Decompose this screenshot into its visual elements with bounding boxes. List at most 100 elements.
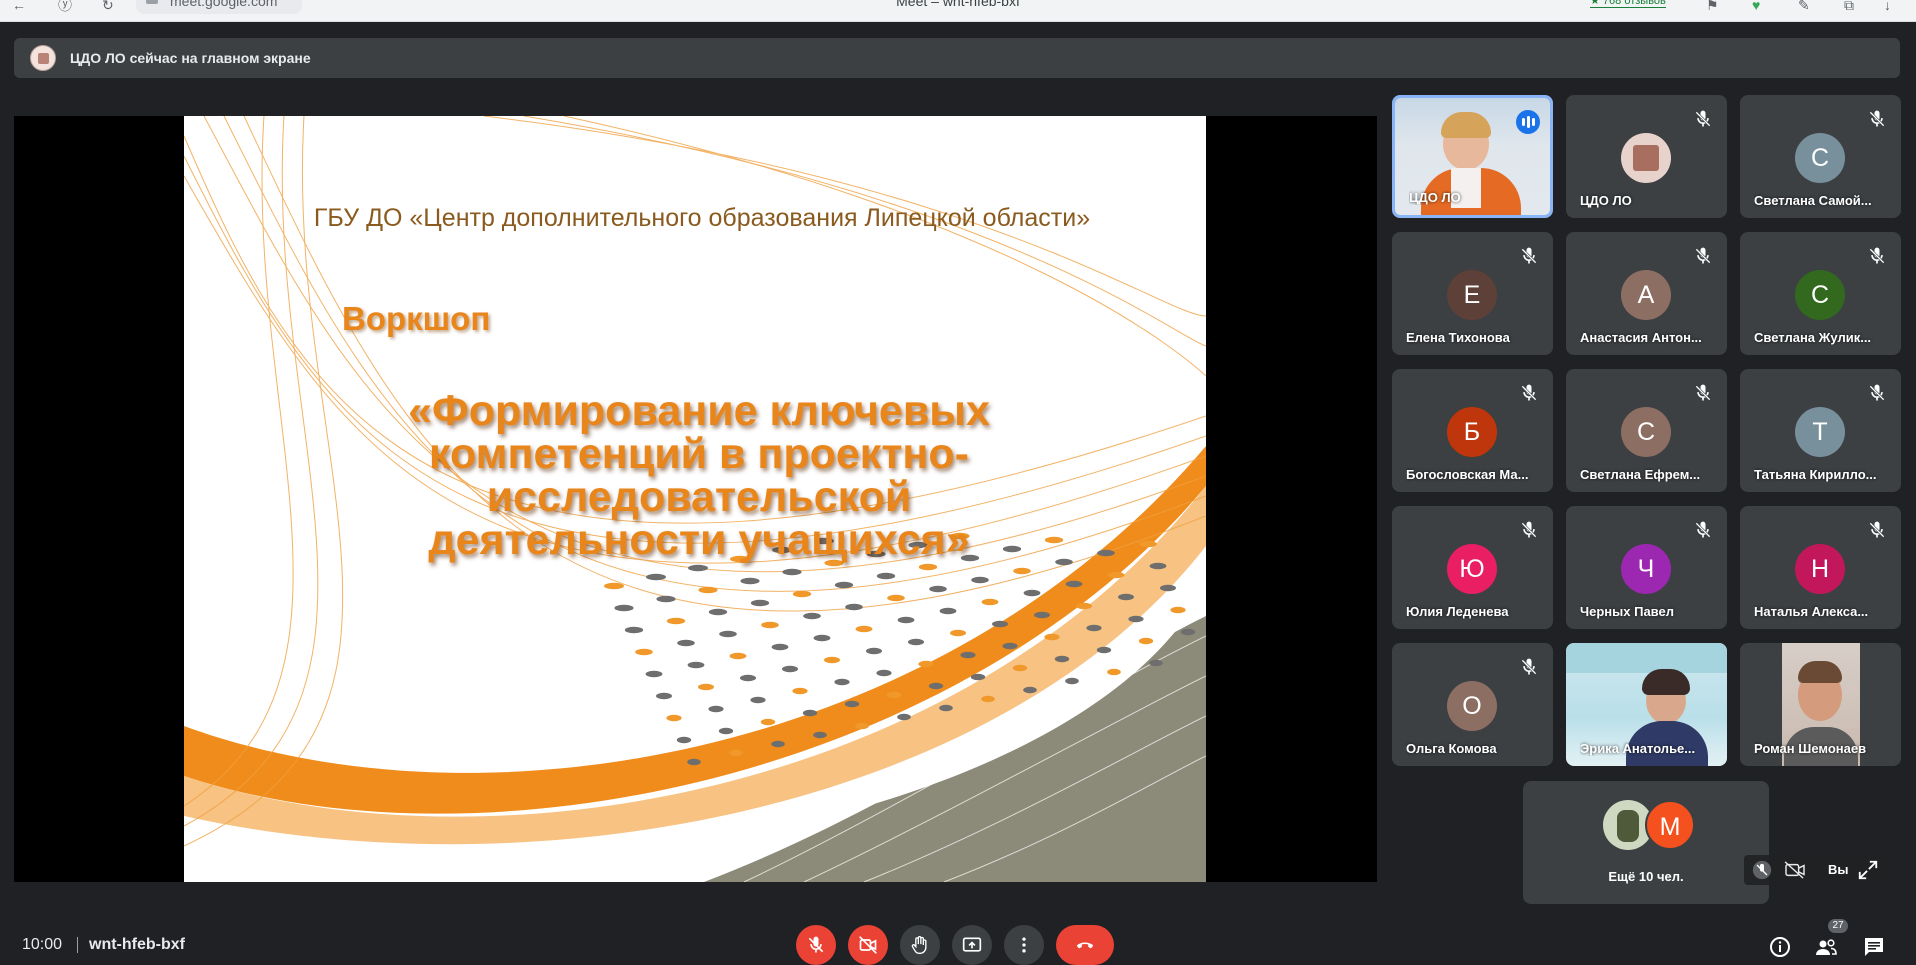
participant-tile[interactable]: С Светлана Жулик... bbox=[1740, 232, 1901, 355]
slide-dot bbox=[1034, 611, 1050, 619]
slide-dot bbox=[1139, 540, 1157, 548]
more-participants-tile[interactable]: М Ещё 10 чел. bbox=[1523, 781, 1769, 904]
camera-off-icon bbox=[859, 936, 877, 954]
mic-off-icon bbox=[1694, 110, 1712, 128]
slide-dot bbox=[1065, 580, 1083, 588]
slide-dot bbox=[718, 727, 734, 735]
mic-toggle-button[interactable] bbox=[796, 925, 836, 965]
slide-dot bbox=[845, 603, 863, 611]
participant-tile[interactable]: Ю Юлия Леденева bbox=[1392, 506, 1553, 629]
slide-dot bbox=[813, 731, 827, 739]
participant-tile[interactable]: О Ольга Комова bbox=[1392, 643, 1553, 766]
slide-dot bbox=[1138, 637, 1154, 645]
slide-dot bbox=[687, 758, 701, 766]
slide-dot bbox=[1107, 668, 1121, 676]
slide-organization: ГБУ ДО «Центр дополнительного образовани… bbox=[313, 204, 1091, 232]
end-call-icon bbox=[1076, 942, 1094, 949]
mic-off-icon bbox=[1868, 521, 1886, 539]
slide-dot bbox=[939, 607, 957, 615]
chat-icon[interactable] bbox=[1862, 935, 1886, 959]
download-icon[interactable]: ↓ bbox=[1884, 0, 1891, 12]
participant-avatar: Т bbox=[1795, 407, 1845, 457]
participant-tile[interactable]: Е Елена Тихонова bbox=[1392, 232, 1553, 355]
slide-dot bbox=[876, 572, 896, 580]
slide-dot bbox=[719, 630, 737, 638]
divider bbox=[77, 937, 78, 953]
slide-dot bbox=[729, 652, 747, 660]
slide-dot bbox=[897, 616, 915, 624]
slide-dot bbox=[792, 687, 808, 695]
participant-tile[interactable]: Роман Шемонаев bbox=[1740, 643, 1901, 766]
mic-off-icon bbox=[1868, 110, 1886, 128]
participant-avatar: Е bbox=[1447, 270, 1497, 320]
slide-dot bbox=[803, 612, 821, 620]
slide-dot bbox=[676, 736, 692, 744]
participant-avatar: С bbox=[1621, 407, 1671, 457]
participant-tile[interactable]: А Анастасия Антон... bbox=[1566, 232, 1727, 355]
info-icon[interactable] bbox=[1768, 935, 1792, 959]
camera-toggle-button[interactable] bbox=[848, 925, 888, 965]
raise-hand-button[interactable] bbox=[900, 925, 940, 965]
participant-tile[interactable]: ЦДО ЛО bbox=[1392, 95, 1553, 218]
slide-dot bbox=[604, 582, 624, 590]
participant-avatar: Н bbox=[1795, 544, 1845, 594]
reviews-link[interactable]: ★ 768 отзывов bbox=[1590, 0, 1666, 8]
more-options-button[interactable] bbox=[1004, 925, 1044, 965]
slide-dot bbox=[908, 638, 924, 646]
people-count-badge: 27 bbox=[1828, 919, 1848, 933]
participant-name: ЦДО ЛО bbox=[1409, 190, 1461, 205]
slide-dot bbox=[981, 598, 999, 606]
share-icon[interactable]: ⧉ bbox=[1844, 0, 1854, 12]
participant-tile[interactable]: Эрика Анатолье... bbox=[1566, 643, 1727, 766]
present-button[interactable] bbox=[952, 925, 992, 965]
participant-tile[interactable]: ЦДО ЛО bbox=[1566, 95, 1727, 218]
participant-tile[interactable]: Б Богословская Ма... bbox=[1392, 369, 1553, 492]
self-camera-off-icon[interactable] bbox=[1784, 861, 1806, 879]
slide-dot bbox=[677, 639, 695, 647]
self-mic-off-icon[interactable] bbox=[1752, 860, 1772, 880]
participant-name: Юлия Леденева bbox=[1406, 604, 1509, 619]
slide-dot bbox=[708, 608, 728, 616]
slide-dot bbox=[939, 704, 953, 712]
participant-avatar: М bbox=[1645, 800, 1695, 850]
slide-dot bbox=[1023, 686, 1037, 694]
slide-dot bbox=[971, 576, 989, 584]
slide-dot bbox=[981, 695, 995, 703]
slide-dot bbox=[960, 651, 976, 659]
slide-dot bbox=[1160, 584, 1176, 592]
bookmark-icon[interactable]: ⚑ bbox=[1706, 0, 1719, 12]
slide-title-line: «Формирование ключевых bbox=[408, 387, 990, 435]
more-participants-label: Ещё 10 чел. bbox=[1608, 869, 1684, 884]
participant-tile[interactable]: Т Татьяна Кирилло... bbox=[1740, 369, 1901, 492]
participant-name: Елена Тихонова bbox=[1406, 330, 1510, 345]
extension-icon[interactable]: ✎ bbox=[1798, 0, 1810, 12]
raise-hand-icon bbox=[911, 936, 927, 954]
slide-dot bbox=[992, 620, 1008, 628]
slide-dot bbox=[666, 617, 686, 625]
expand-icon[interactable] bbox=[1857, 859, 1879, 881]
participant-name: Богословская Ма... bbox=[1406, 467, 1529, 482]
slide-dot bbox=[844, 700, 860, 708]
slide-dot bbox=[771, 740, 785, 748]
people-icon[interactable] bbox=[1814, 935, 1838, 959]
participant-tile[interactable]: С Светлана Ефрем... bbox=[1566, 369, 1727, 492]
slide-dot bbox=[1023, 589, 1041, 597]
slide-dot bbox=[1044, 633, 1060, 641]
slide-dot bbox=[708, 705, 724, 713]
extension-shield-icon[interactable]: ♥ bbox=[1752, 0, 1760, 12]
mic-off-icon bbox=[1868, 384, 1886, 402]
slide-title: «Формирование ключевых компетенций в про… bbox=[324, 390, 1074, 562]
leave-call-button[interactable] bbox=[1056, 925, 1114, 965]
slide-dot bbox=[624, 626, 644, 634]
slide-dot bbox=[855, 722, 869, 730]
participant-tile[interactable]: Н Наталья Алекса... bbox=[1740, 506, 1901, 629]
participant-tile[interactable]: С Светлана Самой... bbox=[1740, 95, 1901, 218]
participant-tile[interactable]: Ч Черных Павел bbox=[1566, 506, 1727, 629]
slide-dot bbox=[645, 670, 663, 678]
slide-dot bbox=[729, 749, 743, 757]
slide-title-line: компетенций в проектно- bbox=[429, 430, 969, 478]
participant-avatar: С bbox=[1795, 133, 1845, 183]
slide-dot bbox=[1002, 642, 1018, 650]
mic-off-icon bbox=[1520, 521, 1538, 539]
self-label: Вы bbox=[1828, 862, 1849, 877]
